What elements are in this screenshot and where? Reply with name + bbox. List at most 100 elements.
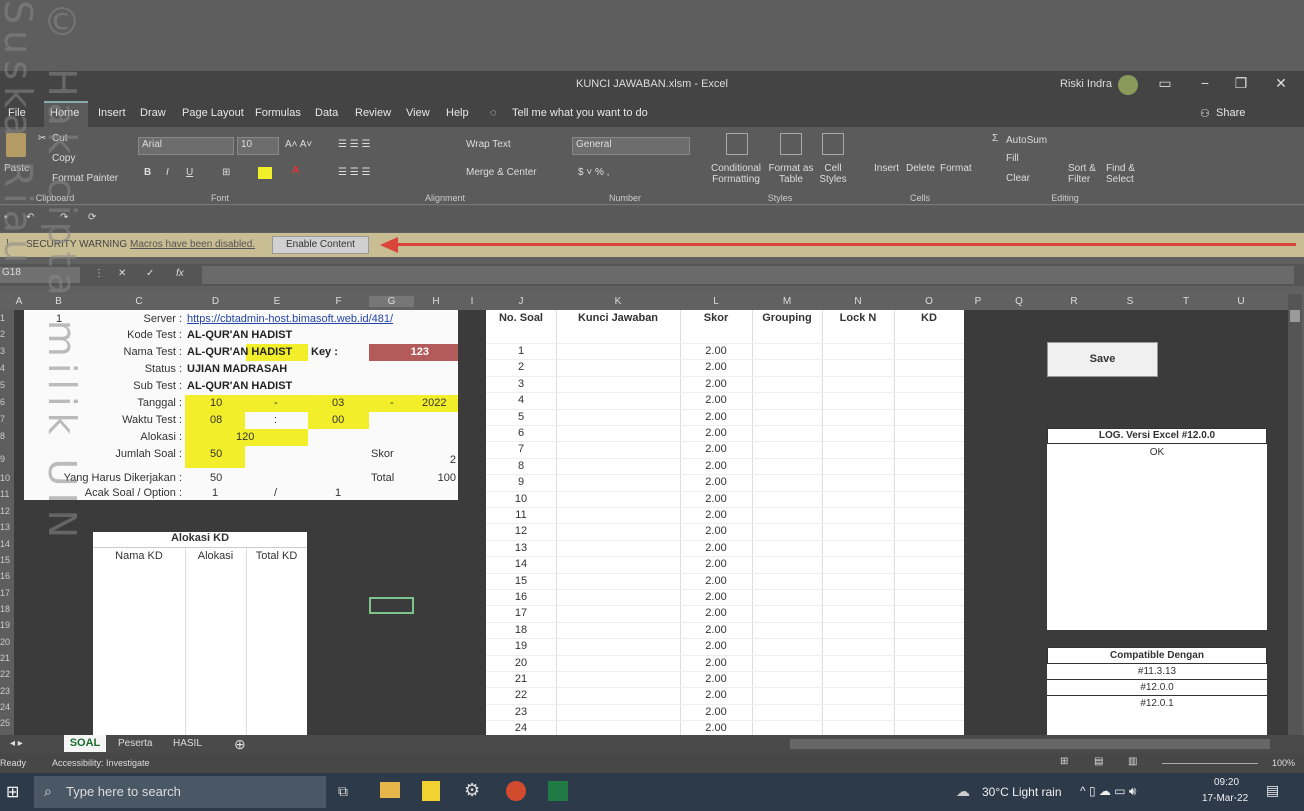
fill-button[interactable]: Fill bbox=[1006, 153, 1019, 164]
font-size-select[interactable]: 10 bbox=[237, 137, 279, 155]
row-skor[interactable]: 2.00 bbox=[680, 706, 752, 718]
row-skor[interactable]: 2.00 bbox=[680, 378, 752, 390]
user-name[interactable]: Riski Indra bbox=[1060, 78, 1112, 90]
underline-icon[interactable]: U bbox=[186, 167, 193, 178]
align-left-icon[interactable]: ☰ ☰ ☰ bbox=[338, 167, 370, 178]
row-skor[interactable]: 2.00 bbox=[680, 509, 752, 521]
row-header[interactable]: 2 bbox=[0, 329, 14, 339]
conditional-formatting-button[interactable]: Conditional Formatting bbox=[706, 163, 766, 185]
row-skor[interactable]: 2.00 bbox=[680, 689, 752, 701]
key-value[interactable]: 123 bbox=[369, 346, 429, 358]
row-header[interactable]: 7 bbox=[0, 414, 14, 424]
increase-font-icon[interactable]: A˄ A˅ bbox=[285, 139, 312, 150]
tab-review[interactable]: Review bbox=[355, 107, 391, 119]
row-number[interactable]: 8 bbox=[486, 460, 556, 472]
cell-styles-button[interactable]: Cell Styles bbox=[818, 163, 848, 185]
merge-center-button[interactable]: Merge & Center bbox=[466, 167, 537, 178]
col-header[interactable]: O bbox=[894, 296, 964, 307]
row-header[interactable]: 18 bbox=[0, 604, 14, 614]
tab-help[interactable]: Help bbox=[446, 107, 469, 119]
row-skor[interactable]: 2.00 bbox=[680, 443, 752, 455]
vertical-scrollbar[interactable] bbox=[1288, 294, 1302, 735]
col-header[interactable]: A bbox=[14, 296, 24, 307]
powerpoint-icon[interactable] bbox=[506, 781, 526, 801]
function-icon[interactable]: fx bbox=[176, 268, 184, 279]
italic-icon[interactable]: I bbox=[166, 167, 169, 178]
jumlah-value[interactable]: 50 bbox=[210, 448, 222, 460]
tab-draw[interactable]: Draw bbox=[140, 107, 166, 119]
kode-value[interactable]: AL-QUR'AN HADIST bbox=[187, 329, 292, 341]
currency-icon[interactable]: $ ˅ % , bbox=[578, 167, 609, 178]
col-header[interactable]: I bbox=[458, 296, 486, 307]
col-header[interactable]: Q bbox=[992, 296, 1046, 307]
row-skor[interactable]: 2.00 bbox=[680, 722, 752, 734]
col-header[interactable]: J bbox=[486, 296, 556, 307]
row-skor[interactable]: 2.00 bbox=[680, 427, 752, 439]
row-header[interactable]: 25 bbox=[0, 718, 14, 728]
number-format-select[interactable]: General bbox=[572, 137, 690, 155]
selected-cell[interactable] bbox=[369, 597, 414, 614]
top-align-icon[interactable]: ☰ ☰ ☰ bbox=[338, 139, 370, 150]
row-skor[interactable]: 2.00 bbox=[680, 361, 752, 373]
row-skor[interactable]: 2.00 bbox=[680, 657, 752, 669]
row-number[interactable]: 13 bbox=[486, 542, 556, 554]
share-button[interactable]: Share bbox=[1216, 107, 1245, 119]
row-skor[interactable]: 2.00 bbox=[680, 394, 752, 406]
font-color-icon[interactable]: A bbox=[292, 165, 299, 176]
acak-soal[interactable]: 1 bbox=[212, 487, 218, 499]
row-header[interactable]: 17 bbox=[0, 588, 14, 598]
horizontal-scrollbar[interactable] bbox=[790, 739, 1270, 749]
server-link[interactable]: https://cbtadmin-host.bimasoft.web.id/48… bbox=[187, 313, 393, 325]
system-tray-icons[interactable]: ^ ▯ ☁ ▭ 🔊︎ bbox=[1080, 784, 1136, 799]
row-number[interactable]: 4 bbox=[486, 394, 556, 406]
col-header[interactable]: M bbox=[752, 296, 822, 307]
tell-me-input[interactable]: Tell me what you want to do bbox=[512, 107, 648, 119]
sheet-tab-hasil[interactable]: HASIL bbox=[173, 738, 202, 749]
font-name-select[interactable]: Arial bbox=[138, 137, 234, 155]
row-header[interactable]: 14 bbox=[0, 539, 14, 549]
taskbar-search[interactable]: ⌕ Type here to search bbox=[34, 776, 326, 808]
row-skor[interactable]: 2.00 bbox=[680, 476, 752, 488]
tab-formulas[interactable]: Formulas bbox=[255, 107, 301, 119]
row-number[interactable]: 19 bbox=[486, 640, 556, 652]
row-number[interactable]: 23 bbox=[486, 706, 556, 718]
row-number[interactable]: 14 bbox=[486, 558, 556, 570]
col-header[interactable]: P bbox=[964, 296, 992, 307]
clear-button[interactable]: Clear bbox=[1006, 173, 1030, 184]
find-select-button[interactable]: Find & Select bbox=[1106, 163, 1142, 185]
row-number[interactable]: 2 bbox=[486, 361, 556, 373]
tab-page-layout[interactable]: Page Layout bbox=[182, 107, 244, 119]
row-number[interactable]: 3 bbox=[486, 378, 556, 390]
row-header[interactable]: 20 bbox=[0, 637, 14, 647]
task-view-icon[interactable]: ⧉ bbox=[338, 783, 348, 800]
autosum-button[interactable]: AutoSum bbox=[1006, 135, 1047, 146]
row-header[interactable]: 6 bbox=[0, 397, 14, 407]
save-button[interactable]: Save bbox=[1047, 342, 1158, 377]
row-header[interactable]: 4 bbox=[0, 363, 14, 373]
row-number[interactable]: 12 bbox=[486, 525, 556, 537]
status-value[interactable]: UJIAN MADRASAH bbox=[187, 363, 287, 375]
row-skor[interactable]: 2.00 bbox=[680, 542, 752, 554]
row-header[interactable]: 5 bbox=[0, 380, 14, 390]
delete-cells-button[interactable]: Delete bbox=[906, 163, 935, 174]
row-skor[interactable]: 2.00 bbox=[680, 460, 752, 472]
row-skor[interactable]: 2.00 bbox=[680, 525, 752, 537]
row-skor[interactable]: 2.00 bbox=[680, 673, 752, 685]
row-skor[interactable]: 2.00 bbox=[680, 624, 752, 636]
row-header[interactable]: 23 bbox=[0, 686, 14, 696]
row-number[interactable]: 5 bbox=[486, 411, 556, 423]
total-value[interactable]: 100 bbox=[424, 472, 456, 484]
fill-color-icon[interactable] bbox=[258, 167, 272, 179]
col-header[interactable]: R bbox=[1046, 296, 1102, 307]
minimize-icon[interactable]: − bbox=[1190, 75, 1220, 95]
restore-icon[interactable]: ❐ bbox=[1226, 75, 1256, 95]
row-skor[interactable]: 2.00 bbox=[680, 493, 752, 505]
formula-input[interactable] bbox=[202, 266, 1294, 284]
row-header[interactable]: 1 bbox=[0, 313, 14, 323]
row-header[interactable]: 8 bbox=[0, 431, 14, 441]
col-header[interactable]: T bbox=[1158, 296, 1214, 307]
row-number[interactable]: 7 bbox=[486, 443, 556, 455]
row-skor[interactable]: 2.00 bbox=[680, 591, 752, 603]
scroll-thumb[interactable] bbox=[1290, 310, 1300, 322]
row-number[interactable]: 17 bbox=[486, 607, 556, 619]
